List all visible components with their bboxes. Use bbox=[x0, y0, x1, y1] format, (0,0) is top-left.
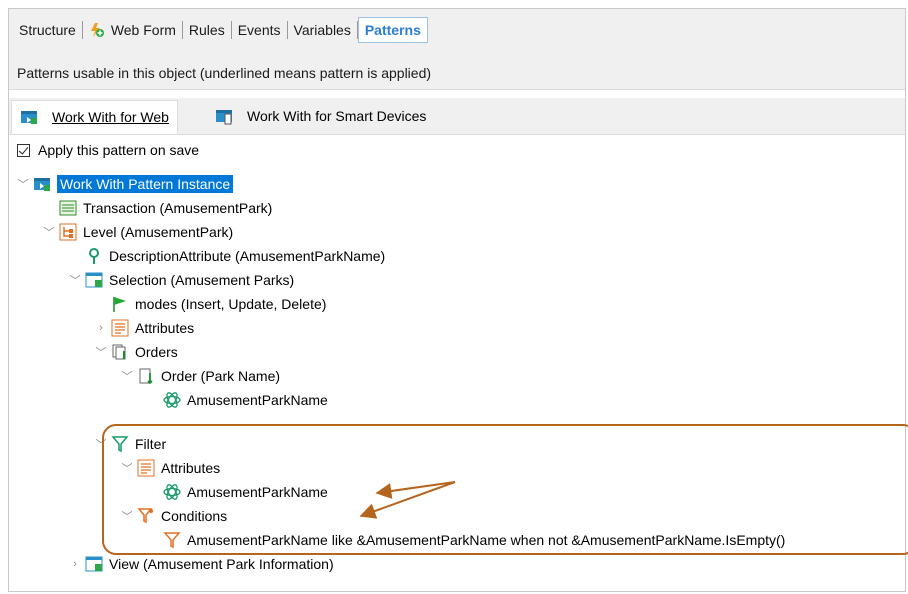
object-tabs: Structure Web Form Rules Events Variable… bbox=[13, 17, 428, 43]
tree-node-attributes[interactable]: › Attributes bbox=[95, 317, 194, 339]
tree-label: Attributes bbox=[161, 460, 221, 476]
level-icon bbox=[59, 223, 77, 241]
tree-node-modes[interactable]: modes (Insert, Update, Delete) bbox=[95, 293, 326, 315]
tab-label: Structure bbox=[19, 22, 76, 38]
filter-icon bbox=[111, 435, 129, 453]
tab-work-with-for-web[interactable]: Work With for Web bbox=[11, 100, 178, 134]
tree-label: AmusementParkName bbox=[187, 392, 328, 408]
tree-label: View (Amusement Park Information) bbox=[109, 556, 334, 572]
patterns-editor: Structure Web Form Rules Events Variable… bbox=[8, 8, 908, 592]
tab-label: Events bbox=[237, 22, 281, 38]
lightning-plus-icon bbox=[89, 22, 105, 38]
transaction-icon bbox=[59, 199, 77, 217]
flag-icon bbox=[111, 295, 129, 313]
apply-on-save-row[interactable]: Apply this pattern on save bbox=[17, 142, 199, 158]
chevron-down-icon[interactable]: ﹀ bbox=[69, 272, 81, 288]
apply-on-save-checkbox[interactable] bbox=[17, 143, 30, 157]
work-with-instance-icon bbox=[33, 175, 51, 193]
tree-node-transaction[interactable]: Transaction (AmusementPark) bbox=[43, 197, 272, 219]
attribute-atom-icon bbox=[163, 391, 181, 409]
tree-node-filter-attributes[interactable]: ﹀ Attributes bbox=[121, 457, 220, 479]
tree-label: Order (Park Name) bbox=[161, 368, 281, 384]
tree-label: Conditions bbox=[161, 508, 228, 524]
tree-label: Filter bbox=[135, 436, 167, 452]
tree-node-filter[interactable]: ﹀ Filter bbox=[95, 433, 166, 455]
chevron-down-icon[interactable]: ﹀ bbox=[121, 368, 133, 384]
chevron-right-icon[interactable]: › bbox=[69, 558, 81, 570]
tree-node-selection[interactable]: ﹀ Selection (Amusement Parks) bbox=[69, 269, 295, 291]
selection-icon bbox=[85, 271, 103, 289]
tab-label: Work With for Smart Devices bbox=[247, 108, 427, 124]
tree-node-condition[interactable]: AmusementParkName like &AmusementParkNam… bbox=[147, 529, 785, 551]
view-icon bbox=[85, 555, 103, 573]
chevron-right-icon[interactable]: › bbox=[95, 322, 107, 334]
tree-label: Orders bbox=[135, 344, 178, 360]
tree-label: AmusementParkName like &AmusementParkNam… bbox=[187, 532, 786, 548]
chevron-down-icon[interactable]: ﹀ bbox=[43, 224, 55, 240]
tree-node-root[interactable]: ﹀ Work With Pattern Instance bbox=[17, 173, 234, 195]
tree-label: Attributes bbox=[135, 320, 195, 336]
chevron-down-icon[interactable]: ﹀ bbox=[121, 460, 133, 476]
tab-events[interactable]: Events bbox=[232, 17, 287, 43]
tree-label: Level (AmusementPark) bbox=[83, 224, 234, 240]
tree-label: Transaction (AmusementPark) bbox=[83, 200, 273, 216]
tab-patterns[interactable]: Patterns bbox=[357, 17, 428, 43]
apply-on-save-label: Apply this pattern on save bbox=[38, 142, 200, 158]
key-icon bbox=[85, 247, 103, 265]
attribute-atom-icon bbox=[163, 483, 181, 501]
attributes-icon bbox=[137, 459, 155, 477]
chevron-down-icon[interactable]: ﹀ bbox=[121, 508, 133, 524]
pattern-tabs: Work With for Web Work With for Smart De… bbox=[9, 98, 905, 135]
tab-web-form[interactable]: Web Form bbox=[83, 17, 182, 43]
tab-label: Variables bbox=[293, 22, 351, 38]
arrow-to-attribute bbox=[375, 481, 456, 499]
chevron-down-icon[interactable]: ﹀ bbox=[95, 436, 107, 452]
patterns-info-text: Patterns usable in this object (underlin… bbox=[17, 65, 432, 81]
tab-label: Work With for Web bbox=[52, 109, 169, 125]
tree-label: Work With Pattern Instance bbox=[57, 175, 234, 193]
tree-node-view[interactable]: › View (Amusement Park Information) bbox=[69, 553, 334, 575]
condition-filter-icon bbox=[163, 531, 181, 549]
tree-label: Selection (Amusement Parks) bbox=[109, 272, 295, 288]
tab-label: Rules bbox=[188, 22, 225, 38]
orders-icon bbox=[111, 343, 129, 361]
order-icon bbox=[137, 367, 155, 385]
arrow-to-conditions bbox=[359, 481, 456, 519]
work-with-smart-devices-icon bbox=[215, 107, 233, 125]
tab-work-with-smart-devices[interactable]: Work With for Smart Devices bbox=[207, 100, 434, 132]
tab-rules[interactable]: Rules bbox=[183, 17, 231, 43]
attributes-icon bbox=[111, 319, 129, 337]
tab-label: Web Form bbox=[110, 22, 176, 38]
chevron-down-icon[interactable]: ﹀ bbox=[17, 176, 29, 192]
toolbar: Structure Web Form Rules Events Variable… bbox=[9, 9, 905, 90]
tab-label: Patterns bbox=[364, 22, 421, 38]
tab-structure[interactable]: Structure bbox=[13, 17, 82, 43]
tree-label: AmusementParkName bbox=[187, 484, 328, 500]
tree-node-description-attribute[interactable]: DescriptionAttribute (AmusementParkName) bbox=[69, 245, 385, 267]
tree-node-level[interactable]: ﹀ Level (AmusementPark) bbox=[43, 221, 233, 243]
conditions-icon bbox=[137, 507, 155, 525]
tree-label: modes (Insert, Update, Delete) bbox=[135, 296, 327, 312]
work-with-web-icon bbox=[20, 108, 38, 126]
tree-label: DescriptionAttribute (AmusementParkName) bbox=[109, 248, 386, 264]
chevron-down-icon[interactable]: ﹀ bbox=[95, 344, 107, 360]
tree-node-order[interactable]: ﹀ Order (Park Name) bbox=[121, 365, 280, 387]
tab-variables[interactable]: Variables bbox=[288, 17, 357, 43]
tree-node-filter-attribute[interactable]: AmusementParkName bbox=[147, 481, 328, 503]
tree-node-order-attribute[interactable]: AmusementParkName bbox=[147, 389, 328, 411]
tree-node-conditions[interactable]: ﹀ Conditions bbox=[121, 505, 228, 527]
tree-node-orders[interactable]: ﹀ Orders bbox=[95, 341, 178, 363]
